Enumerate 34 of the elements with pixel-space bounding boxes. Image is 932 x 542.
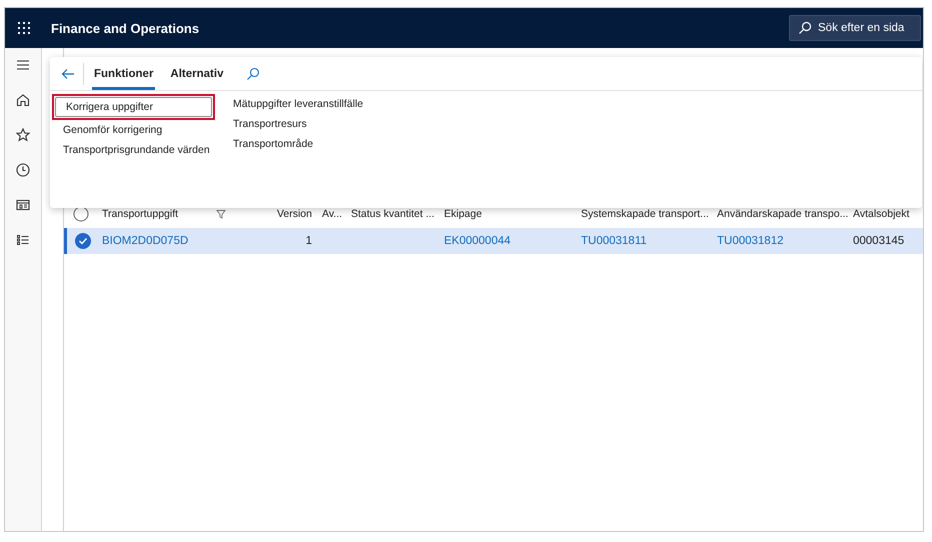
action-tab[interactable]: Alternativ [168, 57, 226, 90]
app-launcher-icon[interactable] [16, 21, 30, 35]
home-icon[interactable] [15, 92, 31, 108]
column-header[interactable]: Ekipage [444, 208, 482, 220]
workspace-icon[interactable] [15, 197, 31, 213]
table-cell: 1 [306, 235, 312, 247]
search-icon[interactable] [246, 66, 260, 80]
column-header[interactable]: Transportuppgift [102, 208, 212, 220]
table-cell: 00003145 [853, 235, 904, 247]
menu-item[interactable]: Transportresurs [222, 114, 374, 134]
menu-item[interactable]: Transportprisgrundande värden [52, 140, 215, 160]
record-link[interactable]: EK00000044 [444, 235, 511, 247]
menu-item[interactable]: Transportområde [222, 134, 374, 154]
record-link[interactable]: TU00031811 [581, 235, 647, 247]
record-link[interactable]: TU00031812 [717, 235, 784, 247]
column-header[interactable]: Av... [322, 208, 342, 220]
record-link[interactable]: BIOM2D0D075D [102, 235, 188, 247]
page-search-field[interactable]: Sök efter en sida [789, 15, 921, 41]
list-icon[interactable] [15, 232, 31, 248]
app-title: Finance and Operations [51, 20, 200, 36]
clock-icon[interactable] [15, 162, 31, 178]
row-checkbox[interactable] [74, 233, 90, 249]
menu-item[interactable]: Korrigera uppgifter [55, 97, 212, 117]
column-header[interactable]: Systemskapade transport... [581, 208, 709, 220]
column-header[interactable]: Version [276, 208, 312, 220]
column-header[interactable]: Status kvantitet ... [351, 208, 434, 220]
menu-item[interactable]: Mätuppgifter leveranstillfälle [222, 94, 374, 114]
select-all-checkbox[interactable] [73, 206, 89, 222]
column-header[interactable]: Avtalsobjekt [853, 208, 910, 220]
star-icon[interactable] [15, 127, 31, 143]
menu-item[interactable]: Genomför korrigering [52, 120, 215, 140]
column-header[interactable]: Användarskapade transpo... [717, 208, 848, 220]
action-tab[interactable]: Funktioner [92, 57, 156, 90]
filter-icon[interactable] [216, 209, 226, 219]
